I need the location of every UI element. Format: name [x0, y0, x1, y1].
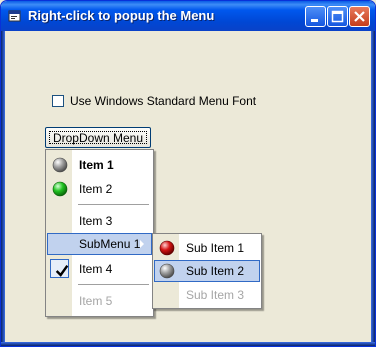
submenu-item-sub-item-2[interactable]: Sub Item 2 [154, 260, 260, 282]
green-sphere-icon [52, 181, 68, 197]
submenu-arrow-icon [140, 240, 144, 248]
maximize-icon [331, 10, 344, 23]
window-frame-right [371, 31, 375, 346]
gray-sphere-icon [159, 263, 175, 279]
menu-item-item-5[interactable]: Item 5 [47, 290, 152, 312]
menu-item-label: Item 3 [79, 214, 113, 228]
maximize-button[interactable] [327, 6, 348, 27]
menu-item-item-4[interactable]: Item 4 [47, 258, 152, 280]
submenu-item-sub-item-1[interactable]: Sub Item 1 [154, 237, 260, 259]
checkmark-icon [55, 264, 69, 277]
title-bar[interactable]: Right-click to popup the Menu [1, 1, 375, 31]
dropdown-menu-button[interactable]: DropDown Menu [45, 127, 151, 148]
menu-item-submenu-1[interactable]: SubMenu 1 [47, 233, 152, 255]
red-sphere-icon [159, 240, 175, 256]
menu-separator [78, 204, 149, 205]
submenu-popup: Sub Item 1 Sub Item 2 Sub Item 3 [152, 233, 262, 309]
menu-item-label: Item 5 [79, 294, 113, 308]
app-window: Right-click to popup the Menu Use Window… [0, 0, 376, 347]
menu-item-label: SubMenu 1 [79, 237, 141, 251]
close-button[interactable] [349, 6, 370, 27]
submenu-item-sub-item-3[interactable]: Sub Item 3 [154, 284, 260, 306]
client-area: Use Windows Standard Menu Font DropDown … [5, 31, 371, 342]
checkbox-label[interactable]: Use Windows Standard Menu Font [70, 94, 256, 108]
popup-menu: Item 1 Item 2 Item 3 SubMenu 1 Item 4 It… [45, 149, 154, 317]
menu-item-label: Item 4 [79, 262, 113, 276]
minimize-button[interactable] [305, 6, 326, 27]
menu-item-label: Item 2 [79, 182, 113, 196]
menu-item-item-2[interactable]: Item 2 [47, 178, 152, 200]
app-icon [8, 10, 21, 22]
menu-item-label: Item 1 [79, 158, 114, 172]
minimize-icon [311, 19, 318, 22]
dropdown-menu-button-label: DropDown Menu [52, 131, 144, 145]
window-title: Right-click to popup the Menu [28, 8, 215, 23]
menu-item-item-3[interactable]: Item 3 [47, 210, 152, 232]
close-icon [354, 11, 365, 22]
checkbox-box[interactable] [52, 95, 64, 107]
menu-item-item-1[interactable]: Item 1 [47, 154, 152, 176]
submenu-item-label: Sub Item 3 [186, 288, 245, 302]
menu-separator [78, 284, 149, 285]
submenu-item-label: Sub Item 1 [186, 241, 245, 255]
submenu-item-label: Sub Item 2 [186, 264, 245, 278]
window-frame-bottom [1, 342, 375, 346]
gray-sphere-icon [52, 157, 68, 173]
